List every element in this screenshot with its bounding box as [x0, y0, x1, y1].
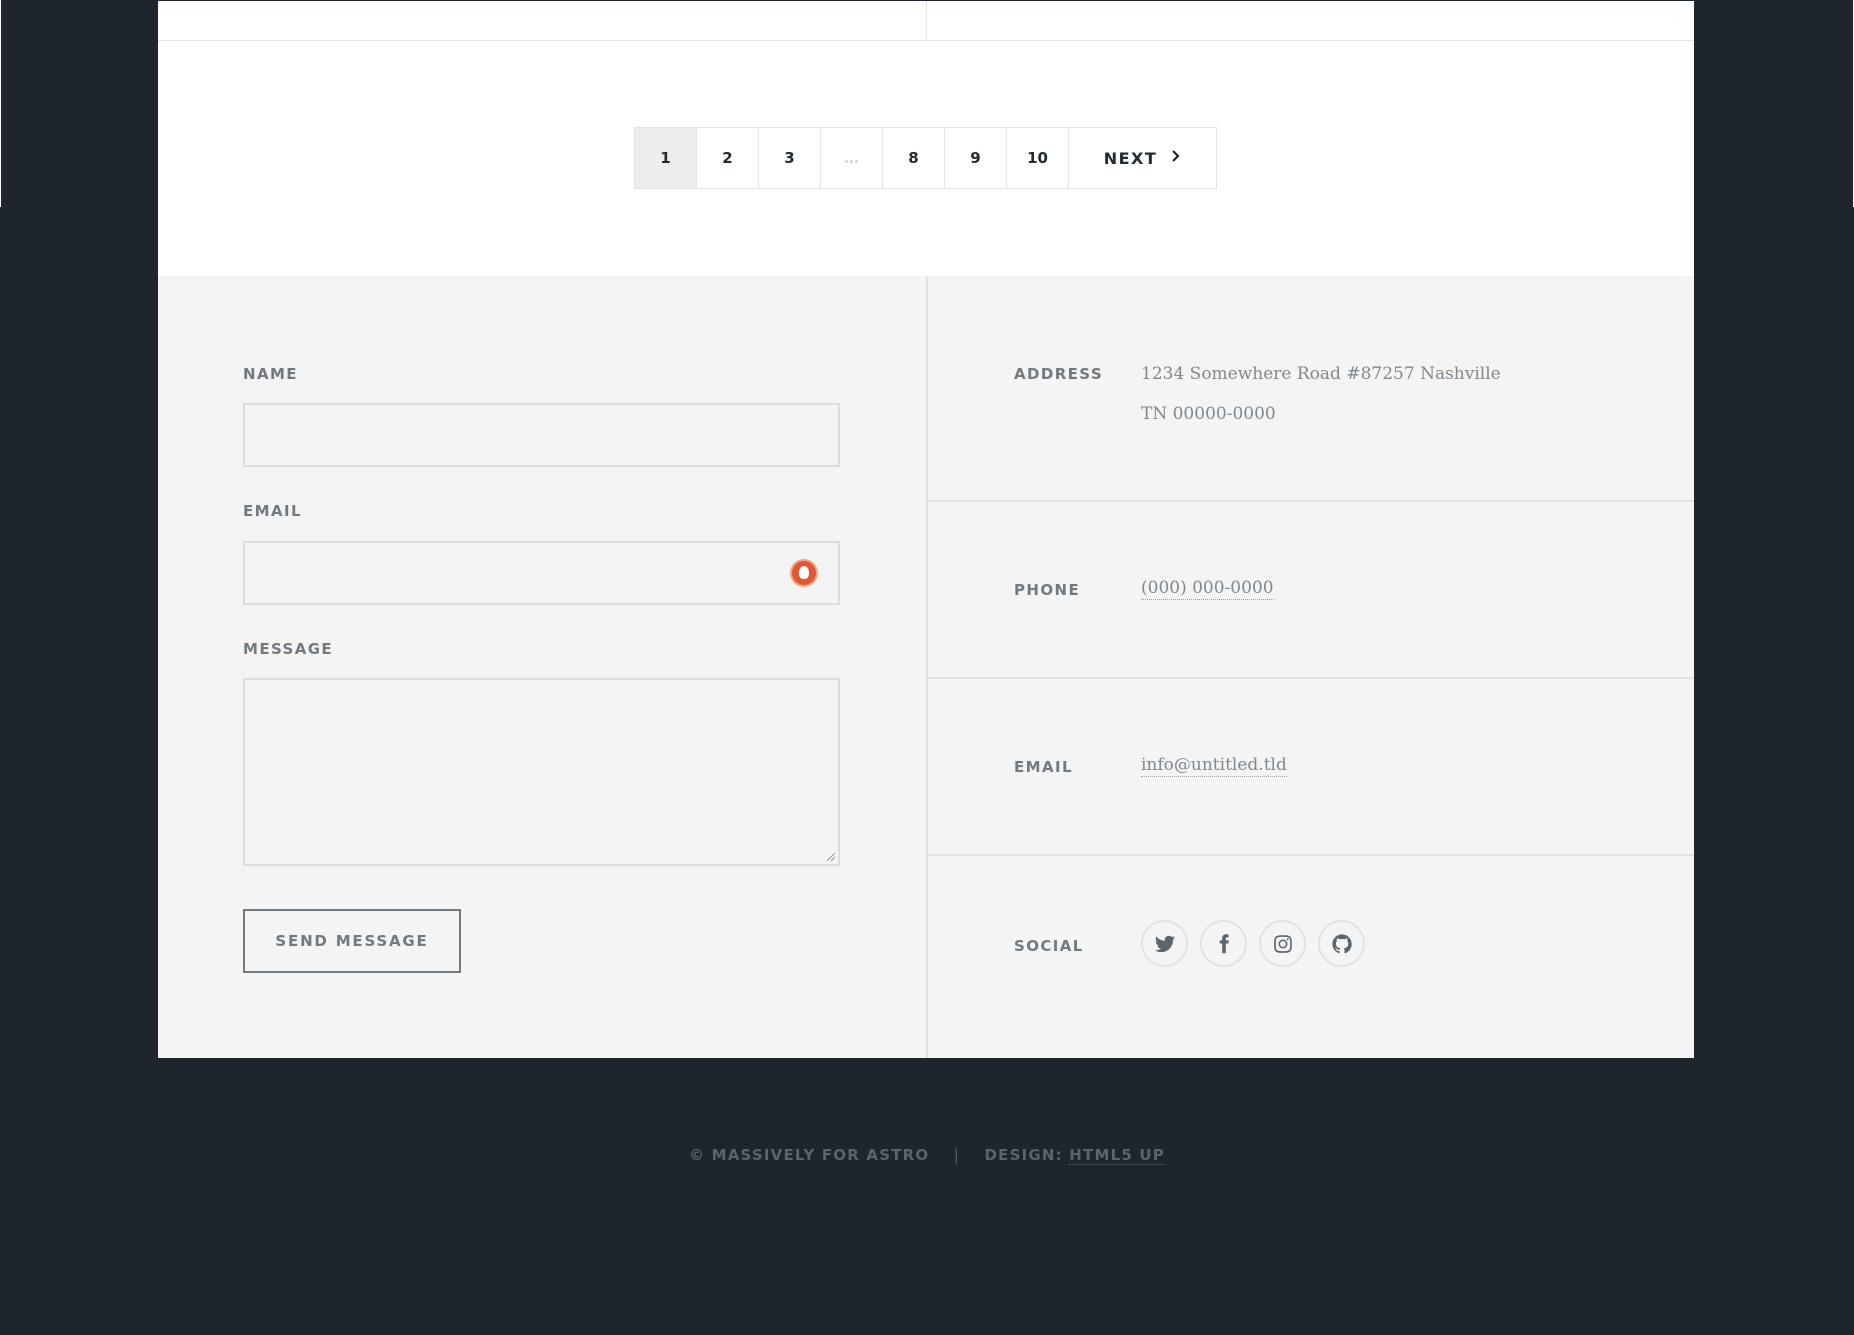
- pagination: 1 2 3 … 8 9 10 Next: [634, 127, 1217, 189]
- next-page-button[interactable]: Next: [1069, 128, 1216, 188]
- page-link-8[interactable]: 8: [883, 128, 945, 188]
- github-icon[interactable]: [1318, 920, 1365, 967]
- copyright-text: © Massively for Astro: [688, 1146, 930, 1164]
- page-link-10[interactable]: 10: [1007, 128, 1069, 188]
- page-link-2[interactable]: 2: [697, 128, 759, 188]
- page-link-1[interactable]: 1: [635, 128, 697, 188]
- copyright: © Massively for Astro | Design: HTML5 UP: [0, 1146, 1854, 1165]
- design-credit-link[interactable]: HTML5 UP: [1069, 1146, 1165, 1165]
- phone-label: Phone: [1014, 581, 1081, 599]
- address-label: Address: [1014, 365, 1104, 383]
- email-row: Email: [928, 679, 1694, 856]
- page-ellipsis: …: [821, 128, 883, 188]
- email-link[interactable]: info@untitled.tld: [1141, 755, 1287, 777]
- twitter-icon[interactable]: [1141, 920, 1188, 967]
- copyright-separator: |: [953, 1146, 961, 1164]
- previous-posts-strip: [158, 0, 1694, 41]
- chevron-right-icon: [1171, 150, 1181, 166]
- phone-row: Phone: [928, 502, 1694, 679]
- email-info-label: Email: [1014, 758, 1073, 776]
- social-icons: [1141, 920, 1365, 967]
- phone-link[interactable]: (000) 000-0000: [1141, 578, 1274, 600]
- contact-info: Address 1234 Somewhere Road #87257 Nashv…: [158, 276, 1694, 1058]
- column-divider: [926, 1, 927, 41]
- facebook-icon[interactable]: [1200, 920, 1247, 967]
- page-link-3[interactable]: 3: [759, 128, 821, 188]
- address-line-1: 1234 Somewhere Road #87257 Nashville: [1141, 364, 1501, 384]
- instagram-icon[interactable]: [1259, 920, 1306, 967]
- design-prefix: Design:: [984, 1146, 1063, 1164]
- social-label: Social: [1014, 937, 1084, 955]
- address-row: Address: [928, 276, 1694, 502]
- next-label: Next: [1103, 148, 1158, 168]
- address-line-2: TN 00000-0000: [1141, 404, 1276, 424]
- page-link-9[interactable]: 9: [945, 128, 1007, 188]
